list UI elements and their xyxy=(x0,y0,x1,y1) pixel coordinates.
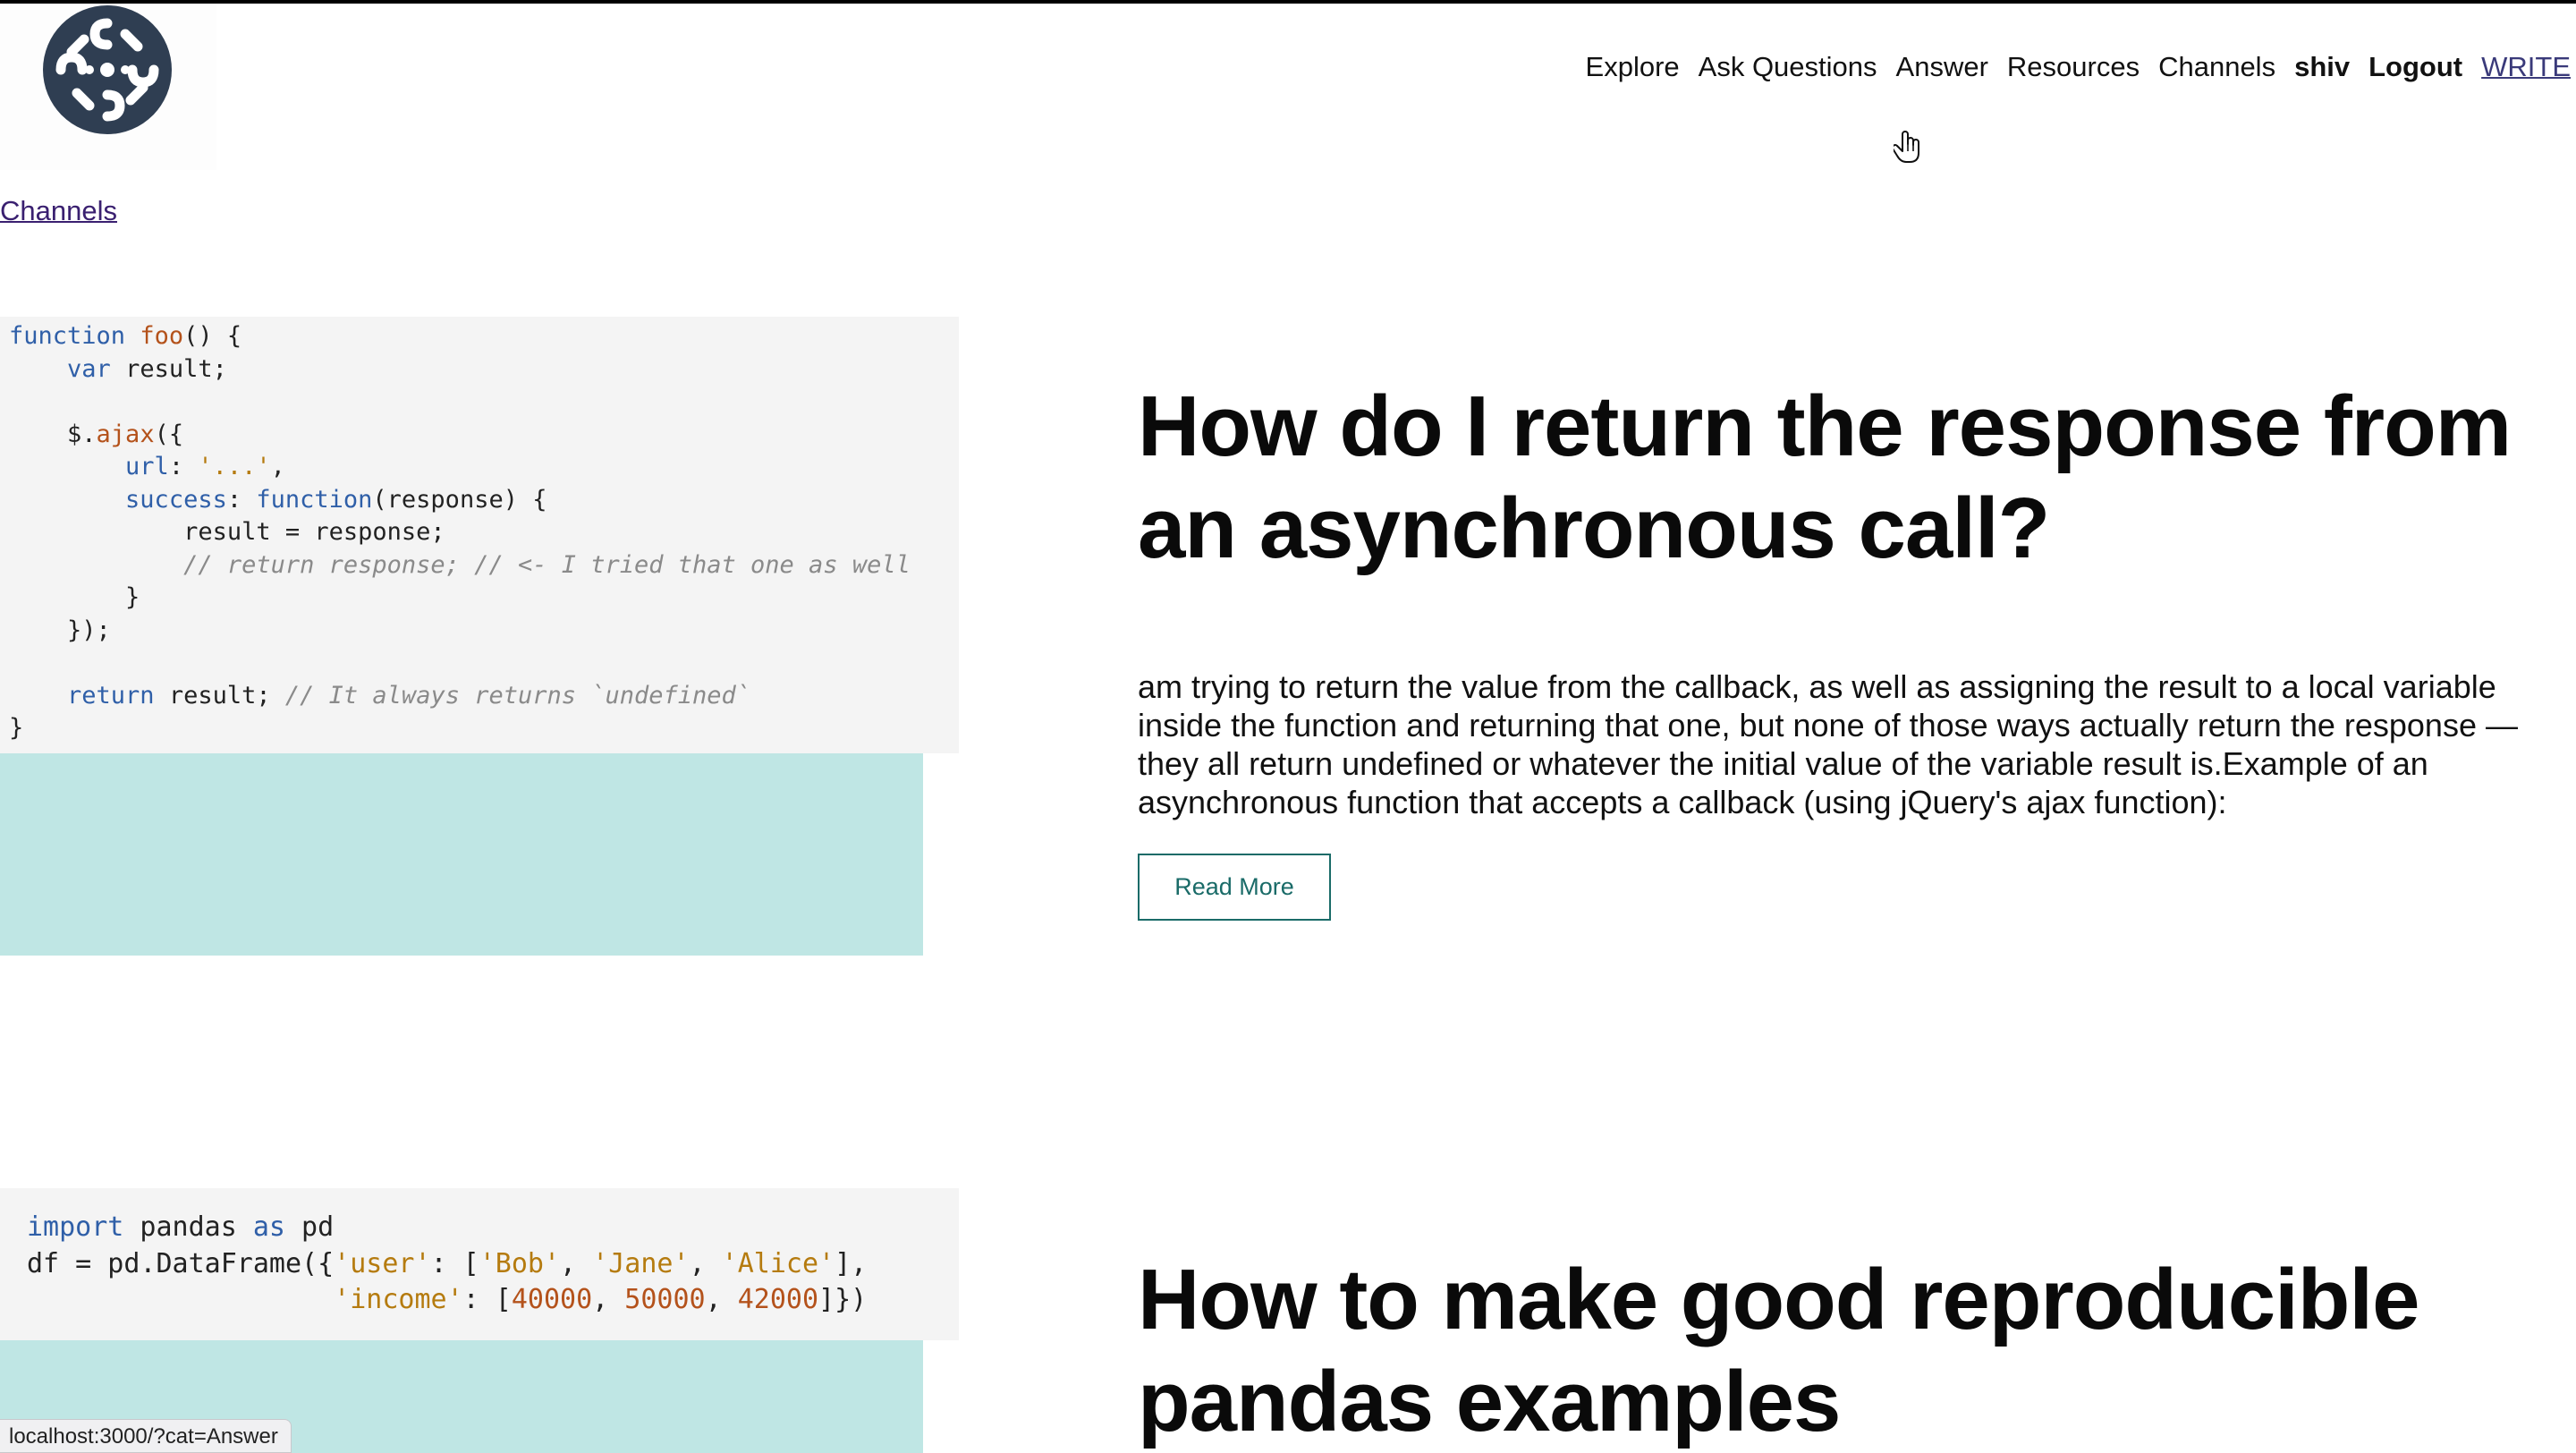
code-snippet-2: import pandas as pd df = pd.DataFrame({'u… xyxy=(0,1188,959,1340)
article-1-image-placeholder xyxy=(0,753,923,956)
nav-write-button[interactable]: WRITE xyxy=(2476,21,2576,111)
nav-answer[interactable]: Answer xyxy=(1896,47,1988,88)
code-1-line: } xyxy=(9,714,24,742)
nav-ask-questions[interactable]: Ask Questions xyxy=(1699,47,1877,88)
logo-container[interactable] xyxy=(0,4,216,170)
code-1-line: url: '...', xyxy=(125,453,285,480)
nav-logout[interactable]: Logout xyxy=(2368,47,2462,88)
article-1-title[interactable]: How do I return the response from an asy… xyxy=(1138,376,2533,580)
code-1-line: }); xyxy=(9,616,111,644)
top-navigation: Explore Ask Questions Answer Resources C… xyxy=(1586,21,2576,111)
nav-user-profile[interactable]: shiv xyxy=(2294,47,2350,88)
code-snippet-1: function foo() { var result; $.ajax({ ur… xyxy=(0,317,959,753)
read-more-button[interactable]: Read More xyxy=(1138,854,1331,921)
hand-cursor-icon xyxy=(1894,131,1919,163)
nav-resources[interactable]: Resources xyxy=(2007,47,2140,88)
code-1-line: } xyxy=(9,583,140,611)
article-2-title[interactable]: How to make good reproducible pandas exa… xyxy=(1138,1249,2533,1453)
nav-write-label: WRITE xyxy=(2481,51,2571,82)
window-top-border xyxy=(0,0,2576,4)
code-1-line: function foo() { xyxy=(9,322,242,350)
code-1-line xyxy=(9,647,959,680)
code-2-line: 'income': [40000, 50000, 42000]}) xyxy=(334,1284,868,1315)
brand-logo-icon[interactable] xyxy=(41,4,174,136)
code-1-line: success: function(response) { xyxy=(125,485,547,514)
code-2-line: df = pd.DataFrame({'user': ['Bob', 'Jane… xyxy=(27,1247,868,1279)
code-1-line: // return response; // <- I tried that o… xyxy=(183,550,911,579)
code-1-line: $.ajax({ xyxy=(9,420,184,448)
nav-channels[interactable]: Channels xyxy=(2158,47,2275,88)
code-1-line: return result; // It always returns `und… xyxy=(67,681,751,710)
nav-explore[interactable]: Explore xyxy=(1586,47,1680,88)
code-2-line: import pandas as pd xyxy=(27,1211,335,1243)
code-1-line: var result; xyxy=(67,354,227,383)
code-1-line xyxy=(9,386,959,419)
breadcrumb-channels-link[interactable]: Channels xyxy=(0,195,117,227)
browser-status-url: localhost:3000/?cat=Answer xyxy=(0,1419,292,1453)
article-1-excerpt: am trying to return the value from the c… xyxy=(1138,668,2518,820)
code-1-line: result = response; xyxy=(9,518,445,546)
